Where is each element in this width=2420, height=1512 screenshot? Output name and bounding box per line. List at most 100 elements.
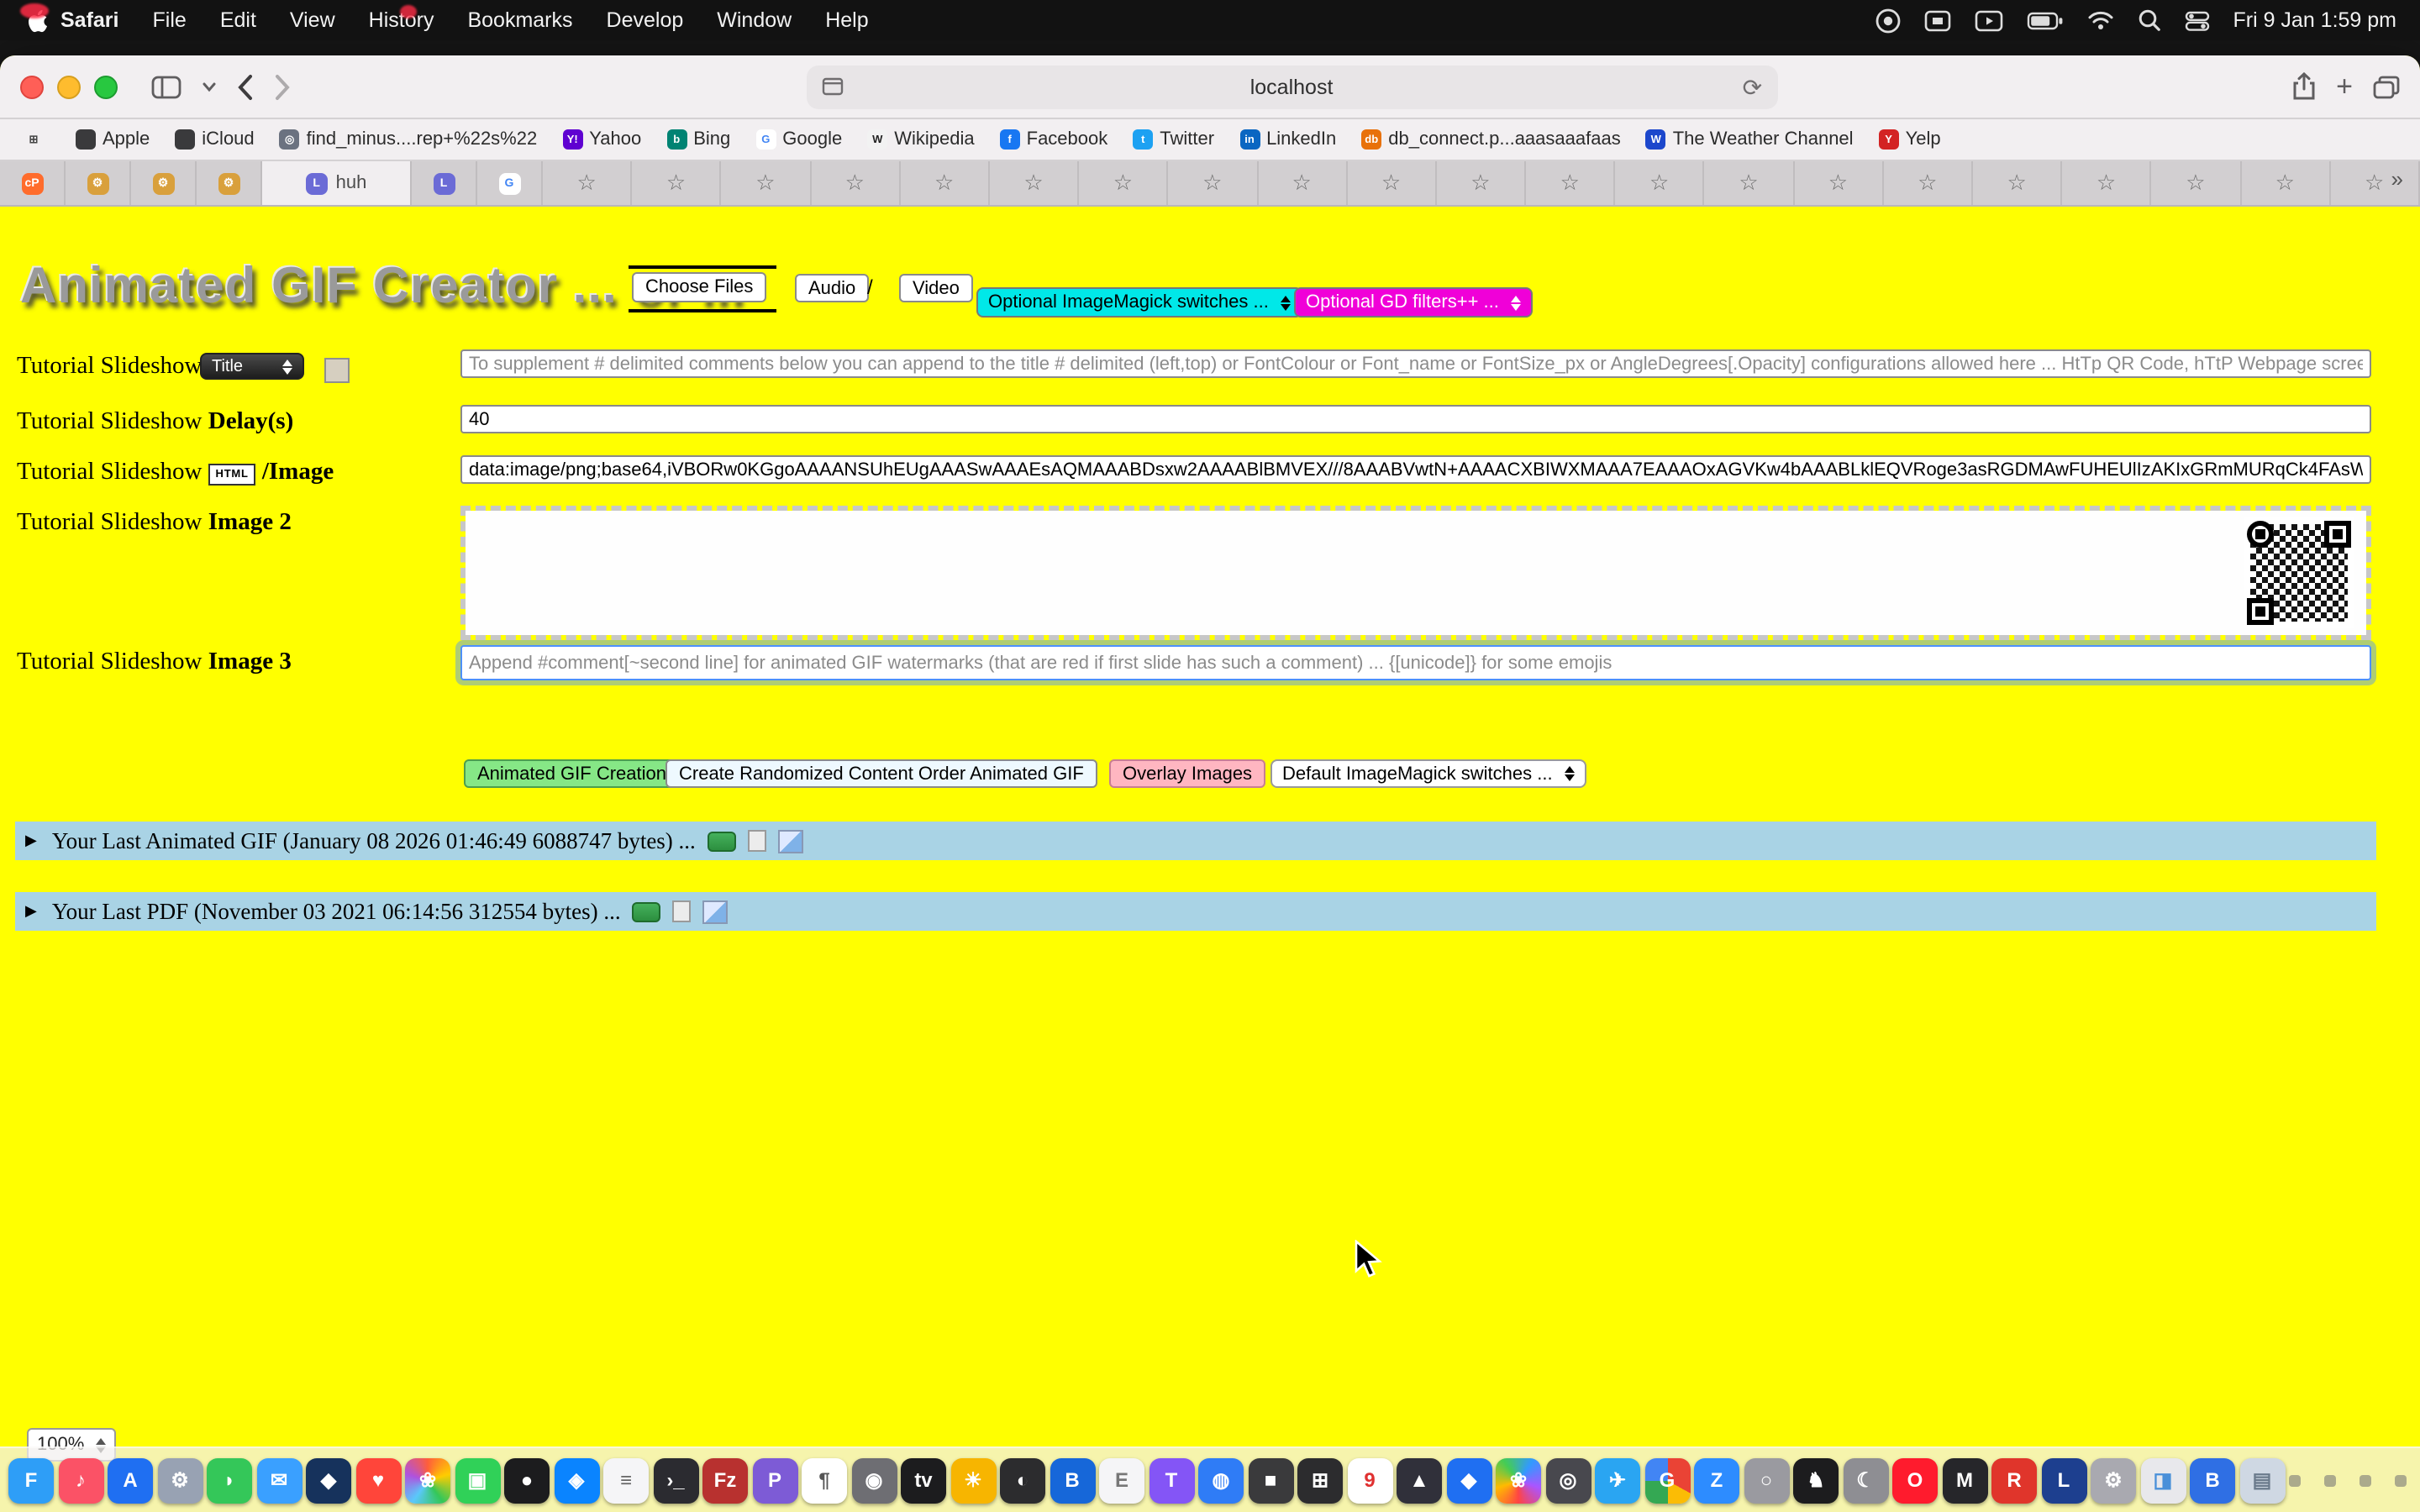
dock-icon[interactable]: ◉ — [851, 1457, 897, 1503]
randomized-order-button[interactable]: Create Randomized Content Order Animated… — [666, 759, 1097, 788]
menu-extra-icon[interactable] — [1875, 8, 1900, 33]
image-data-input[interactable] — [460, 455, 2371, 484]
bookmark-star-tab[interactable]: ☆ — [543, 161, 632, 205]
keyboard-input-icon[interactable] — [1923, 9, 1950, 31]
menu-item[interactable]: Safari — [60, 8, 119, 32]
zoom-window-button[interactable] — [94, 75, 118, 98]
wifi-icon[interactable] — [2086, 10, 2113, 30]
dock-icon[interactable]: ✈ — [1595, 1457, 1640, 1503]
dock-icon[interactable]: L — [2041, 1457, 2086, 1503]
share-icon[interactable] — [2292, 72, 2316, 101]
pinned-tab[interactable]: ⚙ — [131, 161, 197, 205]
bookmark-item[interactable]: db db_connect.p...aaasaaafaas — [1361, 129, 1620, 150]
dock-icon[interactable]: ◍ — [1198, 1457, 1244, 1503]
browser-tab[interactable]: G — [477, 161, 543, 205]
title-comment-input[interactable] — [460, 349, 2371, 378]
bookmark-star-tab[interactable]: ☆ — [2062, 161, 2151, 205]
dock-icon[interactable]: O — [1892, 1457, 1938, 1503]
pinned-tab[interactable]: cP — [0, 161, 66, 205]
gif-thumbnail[interactable] — [633, 901, 661, 921]
choose-files-button[interactable]: Choose Files — [632, 272, 766, 302]
menu-item[interactable]: Bookmarks — [467, 8, 572, 32]
bookmark-star-tab[interactable]: ☆ — [722, 161, 811, 205]
bookmark-item[interactable]: iCloud — [175, 129, 254, 150]
dock-icon[interactable]: ☾ — [1843, 1457, 1888, 1503]
menu-item[interactable]: Develop — [607, 8, 684, 32]
browser-tab[interactable]: L — [412, 161, 477, 205]
dock-icon[interactable]: ¶ — [802, 1457, 847, 1503]
bookmark-star-tab[interactable]: ☆ — [1705, 161, 1794, 205]
dock-icon[interactable]: ⚙ — [157, 1457, 203, 1503]
sidebar-toggle-icon[interactable] — [151, 75, 182, 98]
dock-icon[interactable]: ♪ — [58, 1457, 103, 1503]
dock-icon[interactable]: ■ — [1248, 1457, 1293, 1503]
address-bar[interactable]: localhost ⟳ — [806, 65, 1777, 108]
dock-icon[interactable]: ◆ — [1446, 1457, 1491, 1503]
page-format-icon[interactable] — [821, 77, 843, 96]
video-button[interactable]: Video — [899, 274, 973, 302]
bookmark-item[interactable]: b Bing — [666, 129, 730, 150]
minimize-window-button[interactable] — [57, 75, 81, 98]
dock-icon[interactable]: B — [1050, 1457, 1095, 1503]
bookmark-star-tab[interactable]: ☆ — [1258, 161, 1347, 205]
audio-button[interactable]: Audio — [795, 274, 869, 302]
imagemagick-switches-select[interactable]: Optional ImageMagick switches ... — [976, 287, 1302, 318]
bookmark-item[interactable]: G Google — [755, 129, 842, 150]
title-colour-well[interactable] — [324, 358, 350, 383]
dock-icon[interactable]: ⚙ — [2091, 1457, 2136, 1503]
last-gif-summary[interactable]: ▶ Your Last Animated GIF (January 08 202… — [15, 822, 2376, 860]
dock-icon[interactable]: ⊞ — [1297, 1457, 1343, 1503]
bookmark-star-tab[interactable]: ☆ — [2241, 161, 2330, 205]
watermark-input[interactable] — [460, 645, 2371, 680]
dock-icon[interactable]: ▤ — [2239, 1457, 2285, 1503]
menu-item[interactable]: File — [153, 8, 187, 32]
dock-icon[interactable]: ◗ — [207, 1457, 252, 1503]
bookmark-star-tab[interactable]: ☆ — [2152, 161, 2241, 205]
bookmark-star-tab[interactable]: ☆ — [811, 161, 900, 205]
menu-item[interactable]: Window — [717, 8, 792, 32]
bookmark-star-tab[interactable]: ☆ — [632, 161, 721, 205]
menu-clock[interactable]: Fri 9 Jan 1:59 pm — [2233, 8, 2396, 32]
last-pdf-summary[interactable]: ▶ Your Last PDF (November 03 2021 06:14:… — [15, 892, 2376, 931]
dock-icon[interactable]: ♥ — [355, 1457, 401, 1503]
dock-icon[interactable]: F — [8, 1457, 54, 1503]
menu-item[interactable]: Edit — [220, 8, 256, 32]
dock-icon[interactable]: E — [1099, 1457, 1144, 1503]
pinned-tab[interactable]: ⚙ — [66, 161, 131, 205]
dock-icon[interactable]: ▲ — [1397, 1457, 1442, 1503]
overlay-images-button[interactable]: Overlay Images — [1109, 759, 1265, 788]
dock-icon[interactable]: ▣ — [455, 1457, 500, 1503]
bookmark-star-tab[interactable]: ☆ — [1526, 161, 1615, 205]
image-thumbnail[interactable] — [703, 900, 729, 923]
image-thumbnail[interactable] — [778, 829, 803, 853]
reload-icon[interactable]: ⟳ — [1743, 75, 1762, 98]
bookmark-star-tab[interactable]: ☆ — [1616, 161, 1705, 205]
bookmark-item[interactable]: W The Weather Channel — [1646, 129, 1854, 150]
battery-icon[interactable] — [2026, 11, 2063, 29]
gif-thumbnail[interactable] — [708, 831, 736, 851]
bookmark-item[interactable]: Y Yelp — [1879, 129, 1941, 150]
bookmark-item[interactable]: Y! Yahoo — [562, 129, 641, 150]
control-center-icon[interactable] — [2184, 9, 2209, 31]
tab-active[interactable]: L huh — [262, 161, 412, 205]
bookmark-star-tab[interactable]: ☆ — [1347, 161, 1436, 205]
dock-icon[interactable]: M — [1942, 1457, 1987, 1503]
dock-icon[interactable]: ✉ — [256, 1457, 302, 1503]
dock-icon[interactable]: ◐ — [1000, 1457, 1045, 1503]
dock-icon[interactable]: ◈ — [554, 1457, 599, 1503]
dock-icon[interactable]: ♞ — [1793, 1457, 1839, 1503]
close-window-button[interactable] — [20, 75, 44, 98]
sidebar-chevron-icon[interactable] — [202, 79, 217, 94]
bookmark-star-tab[interactable]: ☆ — [1884, 161, 1973, 205]
forward-button[interactable] — [274, 73, 291, 100]
new-tab-button[interactable]: + — [2336, 70, 2353, 103]
bookmark-star-tab[interactable]: ☆ — [1169, 161, 1258, 205]
bookmark-star-tab[interactable]: ☆ — [1973, 161, 2062, 205]
dock-icon[interactable]: ❀ — [405, 1457, 450, 1503]
menu-item[interactable]: Help — [825, 8, 868, 32]
bookmark-item[interactable]: ◎ find_minus....rep+%22s%22 — [280, 129, 538, 150]
bookmarks-overflow-chevron[interactable]: » — [2391, 166, 2403, 192]
dock-icon[interactable]: ›_ — [653, 1457, 698, 1503]
dock-icon[interactable]: P — [752, 1457, 797, 1503]
tab-overview-icon[interactable] — [2373, 75, 2400, 98]
